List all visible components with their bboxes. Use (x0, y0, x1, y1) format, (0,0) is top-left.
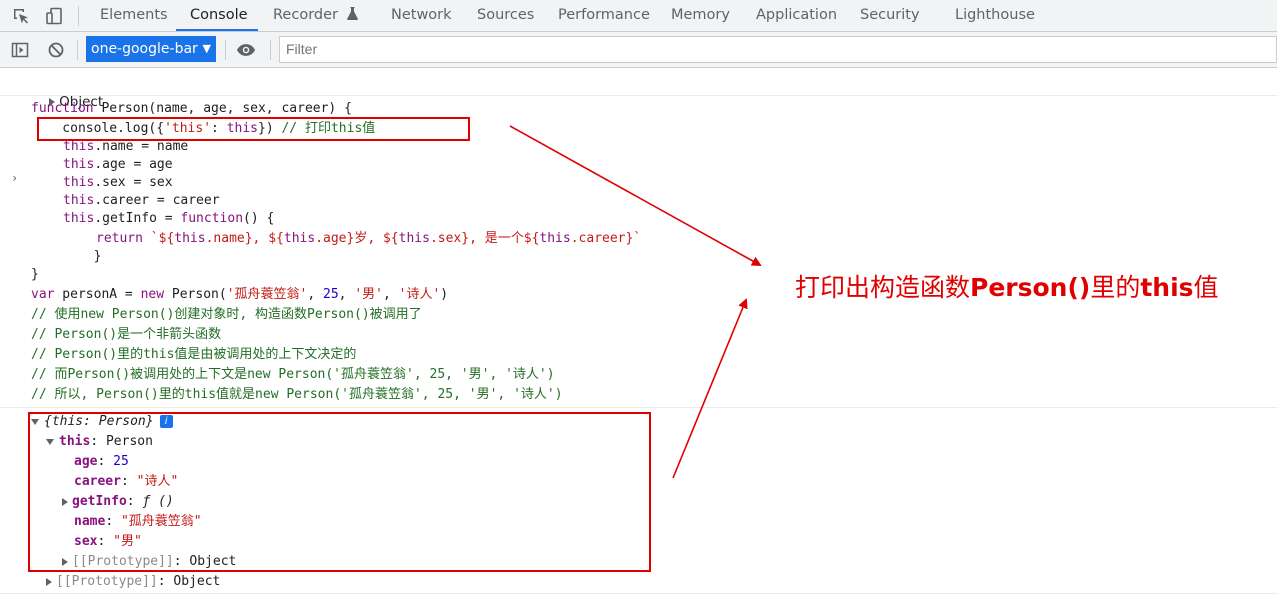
annotation-mid: 里的 (1090, 273, 1141, 302)
annotation-suffix: 值 (1193, 273, 1219, 302)
arrow-from-result (672, 298, 748, 479)
arrow-from-console-log (509, 125, 762, 266)
annotation-bold-this: this (1140, 273, 1194, 302)
annotation-text: 打印出构造函数Person()里的this值 (795, 268, 1219, 304)
annotation-bold-person: Person() (970, 273, 1091, 302)
annotation-prefix: 打印出构造函数 (795, 273, 971, 302)
